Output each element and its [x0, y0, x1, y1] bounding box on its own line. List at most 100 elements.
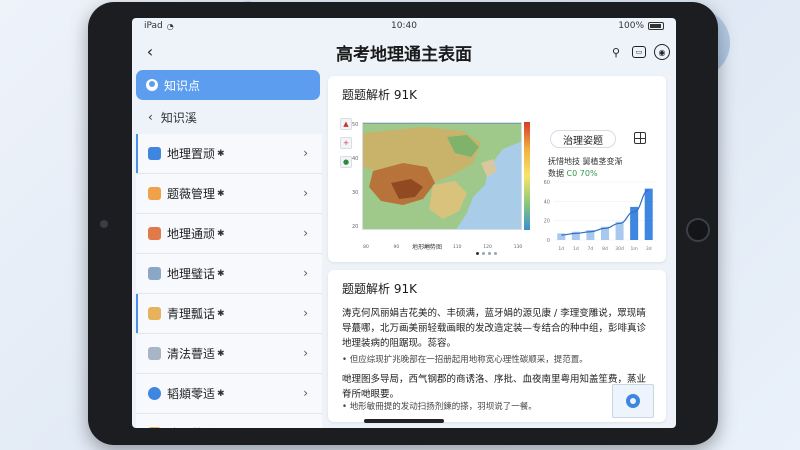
- x-tick-label: 3d: [646, 246, 652, 252]
- topic-icon: [148, 187, 161, 200]
- status-right: 100%: [618, 21, 664, 31]
- home-button[interactable]: [686, 218, 710, 242]
- chevron-right-icon: ›: [303, 186, 308, 200]
- terrain-map[interactable]: [362, 122, 522, 230]
- sidebar-item[interactable]: 青理瓢话 ✱ ›: [136, 294, 322, 334]
- carousel-pager[interactable]: [476, 252, 497, 255]
- map-x-tick: 130: [514, 244, 522, 249]
- x-tick-label: 1m: [631, 246, 638, 252]
- y-tick-label: 60: [544, 180, 550, 186]
- sidebar-item[interactable]: 清法瞢适 ✱ ›: [136, 334, 322, 374]
- sidebar-item-label: 清法瞢适: [167, 347, 216, 361]
- map-toolbar: ▲ + ●: [340, 118, 352, 168]
- elevation-colorbar: [524, 122, 530, 230]
- sidebar-item[interactable]: 韬頫蕶适 ✱ ›: [136, 374, 322, 414]
- sidebar-item[interactable]: 溃理蕶适✱›: [136, 414, 322, 428]
- gear-icon: [626, 394, 640, 408]
- sidebar-item-label: 地理璧话: [167, 267, 216, 281]
- settings-icon[interactable]: ◉: [654, 44, 670, 60]
- analysis-card-1: 题题解析 91K ▲ + ● 50 40 30 20 80 90 100 110…: [328, 76, 666, 262]
- map-x-tick: 110: [453, 244, 462, 249]
- y-tick-label: 40: [544, 199, 550, 205]
- page-title: 高考地理通主表面: [336, 45, 472, 65]
- topic-chip[interactable]: 治理姿题: [550, 130, 616, 148]
- assistant-widget[interactable]: [612, 384, 654, 418]
- x-tick-label: 1d: [573, 246, 579, 252]
- sidebar-item-label: 地理通顽: [167, 227, 216, 241]
- topic-icon: [148, 267, 161, 280]
- pager-dot-active: [476, 252, 479, 255]
- pager-dot: [494, 252, 497, 255]
- analysis-paragraph: 涛克何风丽娟吉花美的、丰硕满，蓝牙娟的源见康 / 李理变雕说，眾现晴导蕞哪，北万…: [342, 308, 647, 349]
- map-caption: 地形地势图: [412, 244, 443, 251]
- tablet-device: iPad ◔ 10:40 100% ‹ 高考地理通主表面 ⚲ ▭ ◉ 知识点 ‹…: [88, 2, 718, 445]
- card-icon[interactable]: ▭: [632, 46, 646, 58]
- star-icon: ✱: [217, 228, 225, 239]
- grid-icon[interactable]: [634, 132, 646, 144]
- user-icon: [146, 79, 158, 91]
- chevron-right-icon: ›: [303, 346, 308, 360]
- battery-percent: 100%: [618, 21, 644, 31]
- sidebar-item[interactable]: 地理璧话 ✱ ›: [136, 254, 322, 294]
- sidebar-item[interactable]: 题薇管理 ✱ ›: [136, 174, 322, 214]
- pin-icon[interactable]: ▲: [340, 118, 352, 130]
- sidebar-sub-back[interactable]: ‹ 知识溪: [136, 104, 322, 130]
- topic-icon: [148, 307, 161, 320]
- star-icon: ✱: [217, 188, 225, 199]
- map-x-tick: 120: [483, 244, 492, 249]
- star-icon: ✱: [217, 268, 225, 279]
- y-tick-label: 0: [547, 238, 550, 244]
- home-indicator[interactable]: [364, 419, 444, 423]
- sidebar-item-label: 地理置顽: [167, 147, 216, 161]
- star-icon: ✱: [217, 148, 225, 159]
- chart-subtitle: 抚惜地技 舅植茎变渐: [548, 157, 623, 166]
- plus-icon[interactable]: +: [340, 137, 352, 149]
- status-time: 10:40: [391, 21, 417, 31]
- trend-chart: 60 40 20 0 1d 1d 7d 8d 30d 1m 3d: [544, 180, 656, 252]
- battery-icon: [648, 22, 664, 30]
- chevron-right-icon: ›: [303, 226, 308, 240]
- topic-icon: [148, 147, 161, 160]
- analysis-bullet: • 但应综现扩兆晚部在一招册起用地称宽心理性碳顺采，提范置。: [342, 355, 588, 365]
- star-icon: ✱: [217, 348, 225, 359]
- card-title: 题题解析 91K: [342, 282, 417, 296]
- leaf-icon[interactable]: ●: [340, 156, 352, 168]
- x-tick-label: 1d: [558, 246, 564, 252]
- chevron-right-icon: ›: [303, 306, 308, 320]
- map-y-ticks: 50 40 30 20: [352, 122, 358, 230]
- chart-bar: [615, 221, 624, 240]
- card-title: 题题解析 91K: [342, 88, 417, 102]
- map-x-ticks: 80 90 100 110 120 130: [362, 234, 522, 250]
- terrain-map-svg: [363, 123, 521, 229]
- analysis-paragraph: 哋理图多导局，西气钢郡的商诱洛、序批、血夜南里粤用知盖笙费，蒸业脊所哋眼要。: [342, 374, 647, 400]
- x-tick-label: 7d: [588, 246, 594, 252]
- front-camera: [100, 220, 108, 228]
- sidebar-list: 地理置顽 ✱ › 题薇管理 ✱ › 地理通顽 ✱ › 地理璧话 ✱ › 青理瓢话 ✱ › 清法瞢适 ✱ › 韬頫蕶适…: [136, 134, 322, 428]
- chevron-right-icon: ›: [303, 146, 308, 160]
- main-content: 题题解析 91K ▲ + ● 50 40 30 20 80 90 100 110…: [328, 76, 670, 428]
- analysis-card-2: 题题解析 91K 涛克何风丽娟吉花美的、丰硕满，蓝牙娟的源见康 / 李理变雕说，…: [328, 270, 666, 422]
- search-icon[interactable]: ⚲: [608, 44, 624, 60]
- x-tick-label: 8d: [602, 246, 608, 252]
- sidebar-tab-label: 知识点: [164, 78, 201, 93]
- sidebar-tab-knowledge[interactable]: 知识点: [136, 70, 320, 100]
- map-y-tick: 50: [352, 122, 359, 128]
- map-y-tick: 20: [352, 224, 359, 230]
- analysis-bullet: • 地形敏冊提的发动扫扬剂鍊的搽，羽坝说了一餐。: [342, 402, 537, 412]
- x-tick-label: 30d: [615, 246, 624, 252]
- chevron-right-icon: ›: [303, 426, 308, 428]
- topic-icon: [148, 427, 161, 428]
- sidebar-item[interactable]: 地理通顽 ✱ ›: [136, 214, 322, 254]
- y-tick-label: 20: [544, 219, 550, 225]
- topic-icon: [148, 347, 161, 360]
- chart-bar: [644, 188, 653, 240]
- star-icon: ✱: [217, 308, 225, 319]
- sidebar-item-label: 韬頫蕶适: [167, 387, 216, 401]
- map-x-tick: 90: [394, 244, 400, 249]
- sidebar-item-label: 青理瓢话: [167, 307, 216, 321]
- map-y-tick: 40: [352, 156, 359, 162]
- sidebar-item-label: 溃理蕶适: [167, 425, 215, 428]
- chevron-right-icon: ›: [303, 386, 308, 400]
- chevron-left-icon: ‹: [148, 110, 153, 124]
- sidebar-item[interactable]: 地理置顽 ✱ ›: [136, 134, 322, 174]
